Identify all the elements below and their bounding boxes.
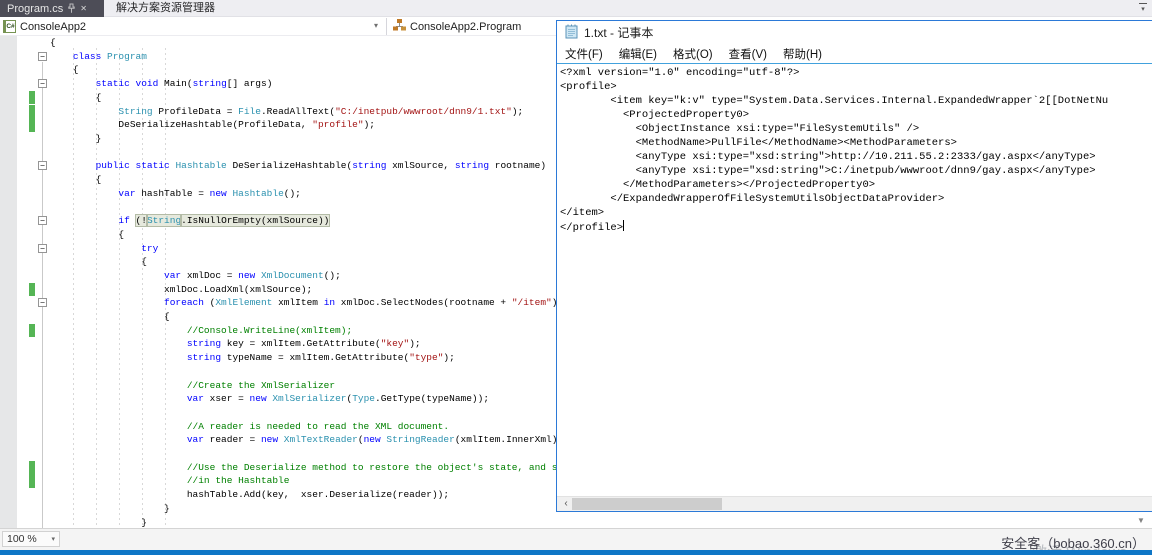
code-line[interactable]: { (50, 91, 101, 105)
type-dropdown[interactable]: ConsoleApp2.Program (390, 17, 521, 36)
collapse-icon[interactable]: − (38, 216, 47, 225)
tab-overflow-icon[interactable]: ▾ (1138, 3, 1148, 14)
code-line[interactable]: { (50, 36, 56, 50)
scrollbar-thumb[interactable] (572, 498, 722, 510)
notepad-line[interactable]: <MethodName>PullFile</MethodName><Method… (560, 136, 1152, 150)
change-bar (29, 474, 35, 488)
scroll-left-icon[interactable]: ‹ (559, 497, 573, 511)
notepad-line[interactable]: <item key="k:v" type="System.Data.Servic… (560, 94, 1152, 108)
code-line[interactable]: } (50, 516, 147, 529)
code-line[interactable]: //A reader is needed to read the XML doc… (50, 420, 449, 434)
code-line[interactable]: class Program (50, 50, 147, 64)
code-line[interactable]: var reader = new XmlTextReader(new Strin… (50, 433, 569, 447)
code-line[interactable]: } (50, 132, 101, 146)
code-line[interactable]: var hashTable = new Hashtable(); (50, 187, 301, 201)
menu-edit[interactable]: 编辑(E) (611, 46, 665, 62)
menu-file[interactable]: 文件(F) (557, 46, 611, 62)
notepad-line[interactable]: </item> (560, 206, 1152, 220)
class-icon (393, 19, 406, 34)
notepad-line[interactable]: <ObjectInstance xsi:type="FileSystemUtil… (560, 122, 1152, 136)
code-line[interactable]: //Console.WriteLine(xmlItem); (50, 324, 352, 338)
notepad-titlebar[interactable]: 1.txt - 记事本 (557, 21, 1152, 44)
status-strip (0, 529, 1152, 550)
code-line[interactable]: foreach (XmlElement xmlItem in xmlDoc.Se… (50, 296, 563, 310)
collapse-icon[interactable]: − (38, 298, 47, 307)
watermark-text: 安全客（bobao.360.cn） (1001, 533, 1145, 552)
collapse-icon[interactable]: − (38, 161, 47, 170)
code-line[interactable]: string typeName = xmlItem.GetAttribute("… (50, 351, 455, 365)
chevron-down-icon: ▾ (51, 535, 55, 543)
change-bar (29, 324, 35, 338)
notepad-title: 1.txt - 记事本 (584, 24, 653, 41)
change-bar (29, 118, 35, 132)
notepad-line[interactable]: </ExpandedWrapperOfFileSystemUtilsObject… (560, 192, 1152, 206)
code-line[interactable]: hashTable.Add(key, xser.Deserialize(read… (50, 488, 449, 502)
project-dropdown[interactable]: C# ConsoleApp2 ▾ (0, 17, 386, 36)
pin-icon[interactable] (67, 3, 76, 14)
change-bar (29, 461, 35, 475)
chevron-down-icon: ▾ (374, 21, 378, 30)
code-line[interactable]: try (50, 242, 158, 256)
notepad-line[interactable]: <anyType xsi:type="xsd:string">http://10… (560, 150, 1152, 164)
code-line[interactable]: var xmlDoc = new XmlDocument(); (50, 269, 341, 283)
code-line[interactable]: var xser = new XmlSerializer(Type.GetTyp… (50, 392, 489, 406)
code-line[interactable]: { (50, 173, 101, 187)
notepad-text-area[interactable]: <?xml version="1.0" encoding="utf-8"?><p… (557, 64, 1152, 496)
code-line[interactable]: //Use the Deserialize method to restore … (50, 461, 569, 475)
change-bar (29, 283, 35, 297)
notepad-line[interactable]: <anyType xsi:type="xsd:string">C:/inetpu… (560, 164, 1152, 178)
screenshot-root: Program.cs ✕ 解决方案资源管理器 ▾ C# ConsoleApp2 … (0, 0, 1152, 555)
document-tab-bar: Program.cs ✕ 解决方案资源管理器 ▾ (0, 0, 1152, 17)
code-line[interactable]: //Create the XmlSerializer (50, 379, 335, 393)
csharp-project-icon: C# (3, 20, 16, 33)
text-caret (623, 220, 624, 231)
code-line[interactable]: { (50, 63, 79, 77)
change-bar (29, 105, 35, 119)
collapse-icon[interactable]: − (38, 52, 47, 61)
project-dropdown-value: ConsoleApp2 (20, 21, 86, 33)
notepad-icon (565, 24, 578, 42)
notepad-line[interactable]: </profile> (560, 220, 1152, 234)
tab-program-cs[interactable]: Program.cs ✕ (0, 0, 104, 17)
code-line[interactable]: public static Hashtable DeSerializeHasht… (50, 159, 546, 173)
type-dropdown-value: ConsoleApp2.Program (410, 21, 521, 33)
code-line[interactable]: } (50, 502, 170, 516)
tab-label: 解决方案资源管理器 (116, 2, 215, 14)
notepad-line[interactable]: </MethodParameters></ProjectedProperty0> (560, 178, 1152, 192)
code-line[interactable]: xmlDoc.LoadXml(xmlSource); (50, 283, 312, 297)
notepad-line[interactable]: <ProjectedProperty0> (560, 108, 1152, 122)
code-line[interactable]: static void Main(string[] args) (50, 77, 272, 91)
code-line[interactable]: //in the Hashtable (50, 474, 289, 488)
tab-solution-explorer[interactable]: 解决方案资源管理器 (108, 0, 223, 17)
code-line[interactable]: { (50, 228, 124, 242)
code-line[interactable]: { (50, 310, 170, 324)
code-line[interactable]: { (50, 255, 147, 269)
notepad-window: 1.txt - 记事本 文件(F) 编辑(E) 格式(O) 查看(V) 帮助(H… (556, 20, 1152, 512)
menu-format[interactable]: 格式(O) (665, 46, 721, 62)
notepad-menubar: 文件(F) 编辑(E) 格式(O) 查看(V) 帮助(H) (557, 44, 1152, 63)
scrollbar-down-icon[interactable]: ▼ (1133, 515, 1149, 527)
menu-view[interactable]: 查看(V) (721, 46, 775, 62)
collapse-icon[interactable]: − (38, 244, 47, 253)
menu-help[interactable]: 帮助(H) (775, 46, 830, 62)
code-line[interactable]: String ProfileData = File.ReadAllText("C… (50, 105, 523, 119)
notepad-line[interactable]: <?xml version="1.0" encoding="utf-8"?> (560, 66, 1152, 80)
code-line[interactable]: DeSerializeHashtable(ProfileData, "profi… (50, 118, 375, 132)
zoom-level-value: 100 % (7, 533, 37, 545)
code-line[interactable]: string key = xmlItem.GetAttribute("key")… (50, 337, 421, 351)
navbar-separator (386, 18, 387, 35)
tab-label: Program.cs (7, 3, 63, 15)
notepad-hscrollbar[interactable]: ‹ (557, 496, 1152, 511)
code-line[interactable]: if (!String.IsNullOrEmpty(xmlSource)) (50, 214, 329, 228)
zoom-control[interactable]: 100 % ▾ (2, 531, 60, 547)
notepad-line[interactable]: <profile> (560, 80, 1152, 94)
collapse-icon[interactable]: − (38, 79, 47, 88)
change-bar (29, 91, 35, 105)
status-bar (0, 550, 1152, 555)
close-icon[interactable]: ✕ (80, 0, 87, 17)
